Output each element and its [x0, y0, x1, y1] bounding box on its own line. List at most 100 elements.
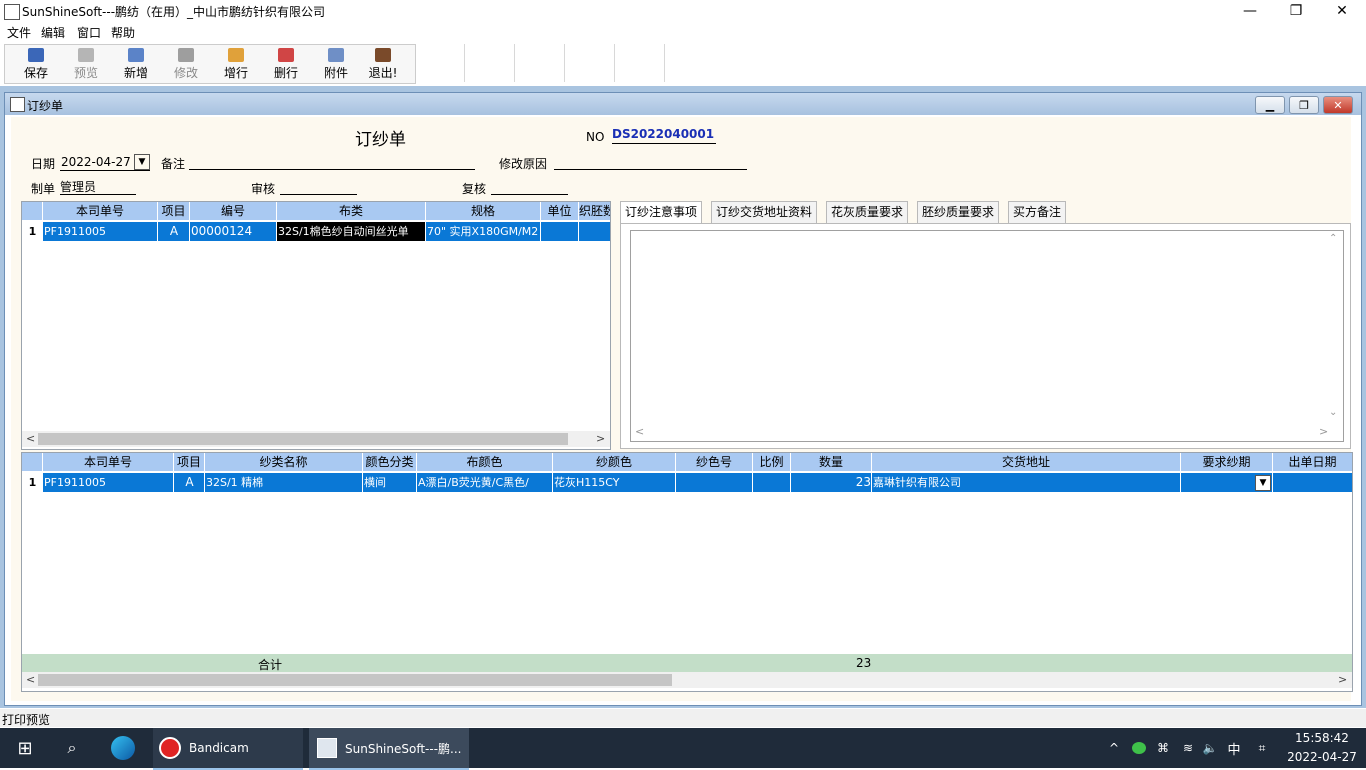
- tab-buyer-remark[interactable]: 买方备注: [1008, 201, 1067, 223]
- scroll-up-icon[interactable]: ⌃: [1329, 233, 1337, 244]
- taskbar-sunshinesoft[interactable]: SunShineSoft---鹏...: [309, 728, 469, 770]
- taskbar-bandicam[interactable]: Bandicam: [153, 728, 303, 770]
- col-header[interactable]: 规格: [426, 202, 541, 220]
- audit-field[interactable]: [280, 178, 357, 195]
- close-button[interactable]: ✕: [1319, 0, 1365, 22]
- search-icon[interactable]: ⌕: [58, 728, 86, 768]
- edit-button[interactable]: 修改: [161, 44, 211, 84]
- quantity-cell[interactable]: 23: [791, 473, 872, 492]
- fabric-color-cell[interactable]: A漂白/B荧光黄/C黑色/: [417, 473, 553, 492]
- col-header[interactable]: 纱颜色: [553, 453, 676, 471]
- preview-button[interactable]: 预览: [61, 44, 111, 84]
- col-header[interactable]: 纱类名称: [205, 453, 363, 471]
- scroll-right-icon[interactable]: >: [1319, 425, 1328, 438]
- attachment-button[interactable]: 附件: [311, 44, 361, 84]
- ratio-cell[interactable]: [753, 473, 791, 492]
- table-row[interactable]: 1 PF1911005 A 00000124 32S/1棉色纱自动间丝光单 70…: [22, 222, 610, 241]
- item-cell[interactable]: A: [174, 473, 205, 492]
- yarn-color-no-cell[interactable]: [676, 473, 753, 492]
- col-header[interactable]: 布类: [277, 202, 426, 220]
- tab-delivery-address[interactable]: 订纱交货地址资料: [711, 201, 818, 223]
- horizontal-scrollbar[interactable]: < >: [22, 672, 1352, 688]
- col-header[interactable]: 交货地址: [872, 453, 1181, 471]
- scrollbar-thumb[interactable]: [38, 433, 568, 445]
- exit-button[interactable]: 退出!: [358, 44, 408, 84]
- col-header[interactable]: 比例: [753, 453, 791, 471]
- required-date-cell[interactable]: ▼: [1181, 473, 1273, 492]
- col-header[interactable]: 编号: [190, 202, 277, 220]
- start-button[interactable]: ⊞: [12, 728, 38, 768]
- delete-row-button[interactable]: 删行: [261, 44, 311, 84]
- code-cell[interactable]: 00000124: [190, 222, 277, 241]
- col-header[interactable]: 数量: [791, 453, 872, 471]
- tab-greige-quality[interactable]: 胚纱质量要求: [917, 201, 1000, 223]
- add-button[interactable]: 新增: [111, 44, 161, 84]
- tab-heather-quality[interactable]: 花灰质量要求: [826, 201, 909, 223]
- add-row-button[interactable]: 增行: [211, 44, 261, 84]
- table-row[interactable]: 1 PF1911005 A 32S/1 精棉 横间 A漂白/B荧光黄/C黑色/ …: [22, 473, 1352, 492]
- col-header[interactable]: 要求纱期: [1181, 453, 1273, 471]
- date-picker[interactable]: 2022-04-27 ▼: [60, 154, 150, 171]
- wifi-icon[interactable]: ≋: [1178, 728, 1198, 768]
- color-category-cell[interactable]: 横间: [363, 473, 417, 492]
- col-header[interactable]: 本司单号: [43, 202, 158, 220]
- col-header[interactable]: 出单日期: [1273, 453, 1352, 471]
- toolbar-separator: [664, 44, 665, 82]
- spec-cell[interactable]: 70" 实用X180GM/M2: [426, 222, 541, 241]
- remark-field[interactable]: [189, 153, 475, 170]
- child-minimize-button[interactable]: ▁: [1255, 96, 1285, 114]
- scroll-left-icon[interactable]: <: [26, 432, 35, 445]
- edge-icon[interactable]: [108, 728, 138, 768]
- wechat-icon[interactable]: [1130, 728, 1148, 768]
- scroll-right-icon[interactable]: >: [1338, 673, 1347, 686]
- child-close-button[interactable]: ✕: [1323, 96, 1353, 114]
- col-header[interactable]: 织胚数: [579, 202, 610, 220]
- network-icon[interactable]: ⌘: [1154, 728, 1172, 768]
- order-cell[interactable]: PF1911005: [43, 473, 174, 492]
- chevron-up-icon[interactable]: ^: [1106, 728, 1122, 768]
- col-header[interactable]: 纱色号: [676, 453, 753, 471]
- maker-field[interactable]: 管理员: [60, 178, 136, 195]
- yarn-color-cell[interactable]: 花灰H115CY: [553, 473, 676, 492]
- menu-file[interactable]: 文件: [7, 24, 31, 41]
- menu-edit[interactable]: 编辑: [41, 24, 65, 41]
- ime-indicator[interactable]: 中: [1225, 728, 1243, 768]
- out-date-cell[interactable]: [1273, 473, 1352, 492]
- horizontal-scrollbar[interactable]: < >: [22, 431, 610, 447]
- scroll-left-icon[interactable]: <: [26, 673, 35, 686]
- address-cell[interactable]: 嘉琳针织有限公司: [872, 473, 1181, 492]
- child-restore-button[interactable]: ❐: [1289, 96, 1319, 114]
- clock-date[interactable]: 2022-04-27: [1282, 750, 1362, 764]
- order-cell[interactable]: PF1911005: [43, 222, 158, 241]
- item-cell[interactable]: A: [158, 222, 190, 241]
- minimize-button[interactable]: —: [1227, 0, 1273, 22]
- chevron-down-icon[interactable]: ▼: [134, 154, 150, 170]
- menu-window[interactable]: 窗口: [77, 24, 101, 41]
- col-header[interactable]: 颜色分类: [363, 453, 417, 471]
- col-header[interactable]: 项目: [174, 453, 205, 471]
- col-header[interactable]: 布颜色: [417, 453, 553, 471]
- tab-notes[interactable]: 订纱注意事项: [620, 201, 703, 224]
- clock-time[interactable]: 15:58:42: [1282, 731, 1362, 745]
- save-button[interactable]: 保存: [11, 44, 61, 84]
- scroll-left-icon[interactable]: <: [635, 425, 644, 438]
- scroll-right-icon[interactable]: >: [596, 432, 605, 445]
- qty-cell[interactable]: [579, 222, 610, 241]
- chevron-down-icon[interactable]: ▼: [1255, 475, 1271, 491]
- menu-help[interactable]: 帮助: [111, 24, 135, 41]
- recheck-field[interactable]: [491, 178, 568, 195]
- scroll-down-icon[interactable]: ⌄: [1329, 407, 1337, 418]
- fabric-cell[interactable]: 32S/1棉色纱自动间丝光单: [277, 222, 426, 241]
- reason-field[interactable]: [554, 153, 747, 170]
- notes-textarea[interactable]: ⌃ ⌄ < >: [630, 230, 1344, 442]
- yarn-name-cell[interactable]: 32S/1 精棉: [205, 473, 363, 492]
- restore-button[interactable]: ❐: [1273, 0, 1319, 22]
- menu-bar: 文件 编辑 窗口 帮助: [0, 22, 1366, 42]
- keyboard-icon[interactable]: ⌗: [1252, 728, 1272, 768]
- col-header[interactable]: 本司单号: [43, 453, 174, 471]
- scrollbar-thumb[interactable]: [38, 674, 672, 686]
- col-header[interactable]: 单位: [541, 202, 579, 220]
- col-header[interactable]: 项目: [158, 202, 190, 220]
- unit-cell[interactable]: [541, 222, 579, 241]
- volume-icon[interactable]: 🔈: [1200, 728, 1220, 768]
